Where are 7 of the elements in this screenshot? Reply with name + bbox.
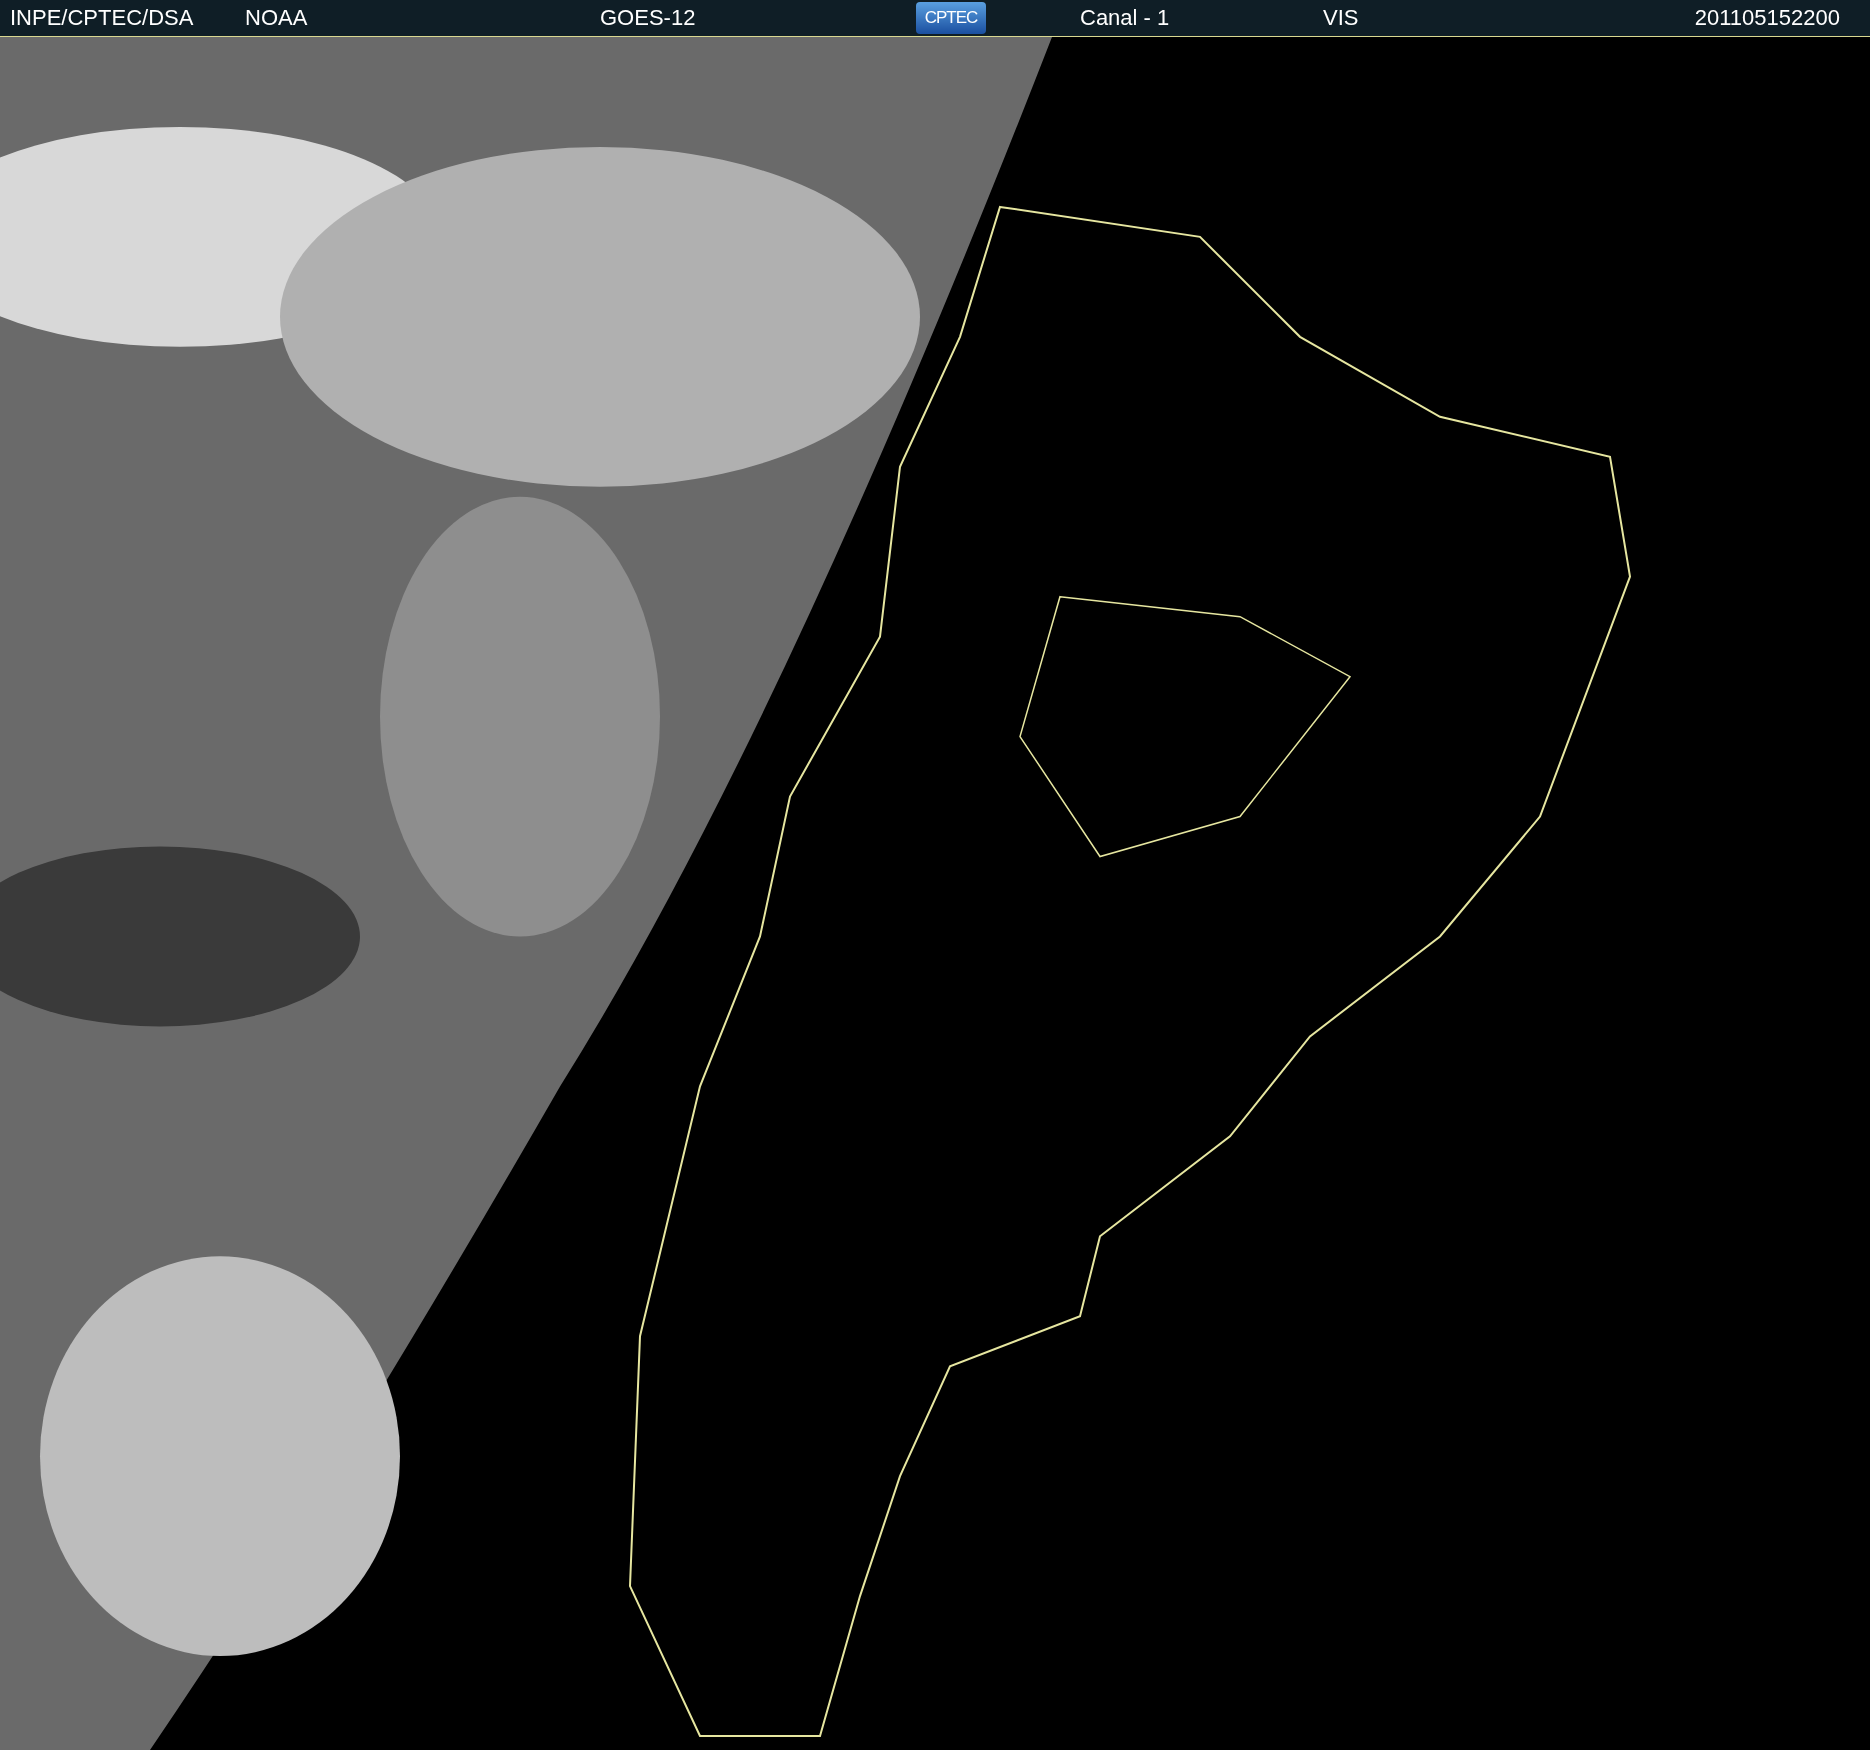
band-label: VIS [1323,5,1359,31]
satellite-label: GOES-12 [600,5,696,31]
source-label: INPE/CPTEC/DSA [10,5,194,31]
timestamp: 201105152200 [1694,5,1840,31]
channel-label: Canal - 1 [1080,5,1170,31]
agency-label: NOAA [245,5,308,31]
logo: CPTEC [916,2,986,34]
